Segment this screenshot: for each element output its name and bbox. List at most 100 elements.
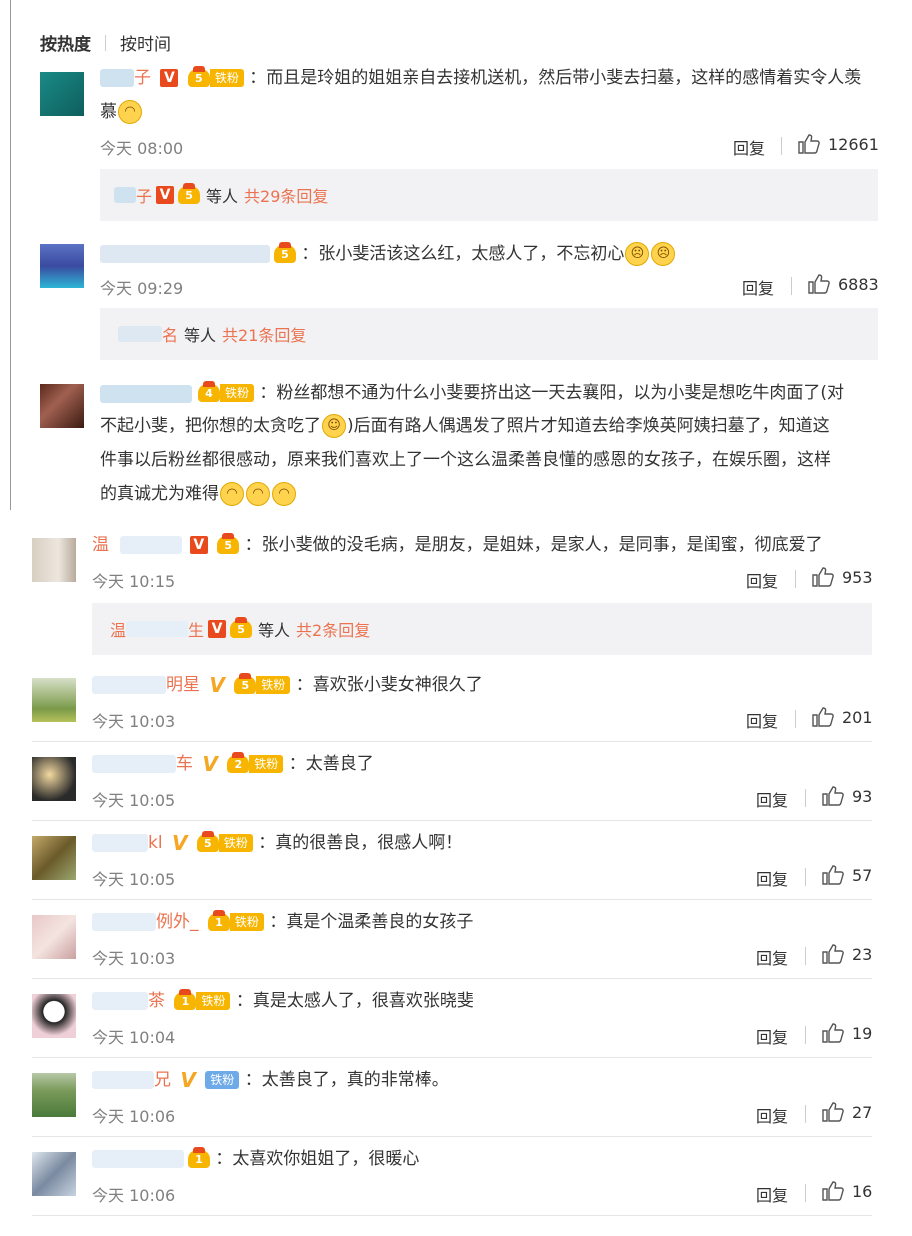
avatar[interactable] [32, 915, 76, 959]
blurred-username [92, 676, 166, 694]
thumbs-up-icon [808, 274, 830, 294]
sub-replies-box[interactable]: 温 生 V 5 等人 共2条回复 [92, 603, 872, 655]
username[interactable]: 例外_ [156, 912, 199, 932]
verified-v-icon: V [209, 673, 225, 697]
like-button[interactable]: 201 [812, 707, 873, 727]
sad-emoji-icon: ☹ [651, 242, 676, 266]
comment-text: 明星 V 5 铁粉 ：喜欢张小斐女神很久了 [166, 673, 483, 697]
blurred-username [92, 755, 176, 773]
blurred-username [92, 992, 148, 1010]
username[interactable]: 子 [134, 68, 151, 88]
thumbs-up-icon [798, 134, 820, 154]
verified-v-icon: V [171, 831, 188, 855]
like-button[interactable]: 57 [822, 865, 872, 885]
sort-by-hot-tab[interactable]: 按热度 [40, 30, 91, 55]
username[interactable]: kl [148, 833, 163, 853]
comment-time: 今天 10:15 [92, 572, 176, 591]
sub-replies-box[interactable]: 名 等人 共21条回复 [100, 308, 878, 360]
reply-button[interactable]: 回复 [746, 708, 778, 732]
view-more-replies-link[interactable]: 共29条回复 [244, 183, 328, 207]
comment-text: 1 ：太喜欢你姐姐了，很暖心 [184, 1142, 419, 1176]
reply-button[interactable]: 回复 [756, 1103, 788, 1127]
reply-button[interactable]: 回复 [756, 787, 788, 811]
crying-emoji-icon: ◠ [220, 482, 244, 506]
sad-emoji-icon: ☹ [625, 242, 650, 266]
like-button[interactable]: 93 [822, 786, 872, 806]
comment-text: 子 V 5 铁粉 ：而且是玲姐的姐姐亲自去接机送机，然后带小斐去扫墓，这样的感情着… [134, 66, 862, 88]
divider [32, 1136, 872, 1137]
thumbs-up-icon [822, 1023, 844, 1043]
thumbs-up-icon [822, 786, 844, 806]
avatar[interactable] [40, 72, 84, 116]
fan-level-crown-icon: 1 铁粉 [207, 910, 264, 931]
reply-button[interactable]: 回复 [733, 135, 765, 159]
divider [105, 34, 106, 51]
iron-fan-badge: 铁粉 [205, 1071, 240, 1089]
avatar[interactable] [32, 836, 76, 880]
laughing-emoji-icon: ☺ [322, 414, 346, 438]
avatar[interactable] [40, 244, 84, 288]
like-count: 27 [852, 1102, 873, 1122]
thumbs-up-icon [822, 1102, 844, 1122]
like-count: 6883 [838, 274, 879, 294]
comment-text: 5 ：张小斐活该这么红，太感人了，不忘初心 ☹ ☹ [270, 237, 676, 271]
username[interactable]: 明星 [166, 675, 200, 695]
sort-by-time-tab[interactable]: 按时间 [120, 30, 171, 55]
username[interactable]: 兄 [154, 1070, 171, 1090]
fan-level-crown-icon: 4 铁粉 [198, 381, 255, 402]
fan-level-crown-icon: 1 铁粉 [174, 989, 231, 1010]
username[interactable]: 温 [92, 535, 109, 555]
verified-v-icon: V [160, 69, 179, 87]
reply-button[interactable]: 回复 [756, 866, 788, 890]
view-more-replies-link[interactable]: 共2条回复 [296, 617, 370, 641]
reply-button[interactable]: 回复 [756, 945, 788, 969]
like-button[interactable]: 12661 [798, 134, 879, 154]
reply-button[interactable]: 回复 [756, 1182, 788, 1206]
view-more-replies-link[interactable]: 共21条回复 [222, 322, 306, 346]
avatar[interactable] [40, 384, 84, 428]
comment-time: 今天 10:03 [92, 712, 176, 731]
like-button[interactable]: 16 [822, 1181, 872, 1201]
avatar[interactable] [32, 757, 76, 801]
fan-level-crown-icon: 5 铁粉 [196, 831, 253, 852]
like-count: 23 [852, 944, 873, 964]
divider [805, 789, 806, 807]
reply-button[interactable]: 回复 [746, 568, 778, 592]
avatar[interactable] [32, 1152, 76, 1196]
like-count: 16 [852, 1181, 873, 1201]
comment-text: 茶 1 铁粉 ：真是太感人了，很喜欢张晓斐 [148, 989, 474, 1011]
like-count: 19 [852, 1023, 873, 1043]
crying-emoji-icon: ◠ [118, 100, 142, 124]
divider [32, 1057, 872, 1058]
screenshot-border [10, 0, 11, 510]
like-button[interactable]: 23 [822, 944, 872, 964]
comment-text: 车 V 2 铁粉 ：太善良了 [176, 752, 374, 776]
avatar[interactable] [32, 1073, 76, 1117]
sub-reply-user[interactable]: 温 [110, 617, 126, 641]
verified-v-icon: V [208, 620, 227, 638]
avatar[interactable] [32, 538, 76, 582]
reply-button[interactable]: 回复 [742, 275, 774, 299]
comment-time: 今天 10:05 [92, 791, 176, 810]
username[interactable]: 车 [176, 754, 193, 774]
sub-reply-user[interactable]: 子 [136, 183, 152, 207]
comment-text: 兄 V 铁粉 ：太善良了，真的非常棒。 [154, 1068, 449, 1092]
divider [795, 570, 796, 588]
like-button[interactable]: 6883 [808, 274, 879, 294]
sub-replies-box[interactable]: 子 V 5 等人 共29条回复 [100, 169, 878, 221]
fan-level-crown-icon: 2 铁粉 [227, 752, 284, 773]
sub-reply-user[interactable]: 名 [162, 322, 178, 346]
divider [805, 1105, 806, 1123]
like-button[interactable]: 27 [822, 1102, 872, 1122]
divider [32, 820, 872, 821]
avatar[interactable] [32, 994, 76, 1038]
blurred-username [92, 913, 156, 931]
comment-time: 今天 10:06 [92, 1186, 176, 1205]
like-button[interactable]: 19 [822, 1023, 872, 1043]
divider [795, 710, 796, 728]
reply-button[interactable]: 回复 [756, 1024, 788, 1048]
like-button[interactable]: 953 [812, 567, 873, 587]
avatar[interactable] [32, 678, 76, 722]
comment-text: kl V 5 铁粉 ：真的很善良，很感人啊！ [148, 831, 463, 855]
username[interactable]: 茶 [148, 991, 165, 1011]
